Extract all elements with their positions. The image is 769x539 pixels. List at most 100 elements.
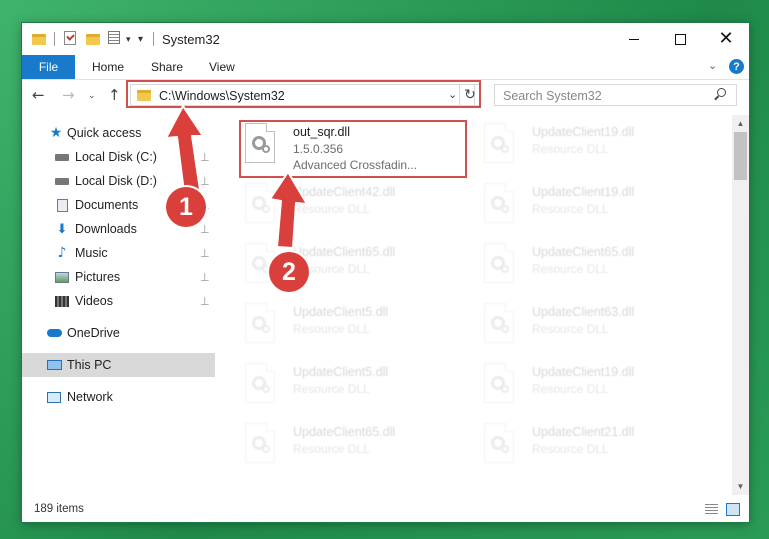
- tab-view[interactable]: View: [209, 60, 235, 74]
- customize-toolbar-icon[interactable]: ▾: [138, 31, 143, 47]
- dll-file-icon: [245, 423, 279, 465]
- item-count: 189 items: [34, 503, 84, 515]
- file-version: Resource DLL: [532, 322, 609, 336]
- file-version: Resource DLL: [293, 442, 370, 456]
- sidebar-item-network[interactable]: Network: [22, 385, 215, 409]
- navigation-pane: ★ Quick access Local Disk (C:) ⊥ Local D…: [22, 115, 215, 495]
- sidebar-item-label: Pictures: [75, 270, 121, 284]
- address-highlight-box: [126, 80, 481, 108]
- search-input[interactable]: [495, 85, 715, 107]
- minimize-button[interactable]: [611, 23, 657, 55]
- step-marker-1: 1: [166, 187, 206, 227]
- scroll-up-icon[interactable]: ▲: [732, 115, 749, 132]
- minimize-icon: [629, 38, 639, 40]
- pin-icon[interactable]: ⊥: [200, 223, 210, 236]
- file-name: UpdateClient65.dll: [293, 425, 396, 439]
- sidebar-item-pictures[interactable]: Pictures ⊥: [22, 265, 215, 289]
- search-box[interactable]: [494, 84, 737, 107]
- pin-icon[interactable]: ⊥: [200, 175, 210, 188]
- dll-file-icon: [484, 183, 518, 225]
- sidebar-item-this-pc[interactable]: This PC: [22, 353, 215, 377]
- file-name: UpdateClient5.dll: [293, 365, 389, 379]
- network-icon: [46, 390, 62, 404]
- properties-check-icon[interactable]: [64, 31, 76, 45]
- file-version: Resource DLL: [532, 142, 609, 156]
- tab-home[interactable]: Home: [92, 60, 124, 74]
- sidebar-item-label: Music: [75, 246, 108, 260]
- navigation-bar: ← → ⌄ ↑ C:\Windows\System32 ⌄ ↻: [22, 80, 749, 112]
- file-version: Resource DLL: [532, 202, 609, 216]
- close-icon: ✕: [718, 28, 734, 49]
- pin-icon[interactable]: ⊥: [200, 295, 210, 308]
- qa-dropdown-icon[interactable]: ▾: [126, 31, 131, 47]
- details-view-icon[interactable]: [705, 504, 718, 515]
- download-icon: ⬇: [56, 221, 68, 237]
- search-icon[interactable]: [717, 88, 726, 97]
- file-tile[interactable]: UpdateClient19.dll Resource DLL: [484, 363, 704, 419]
- pin-icon[interactable]: ⊥: [200, 271, 210, 284]
- file-tile[interactable]: UpdateClient19.dll Resource DLL: [484, 123, 704, 179]
- sidebar-item-label: OneDrive: [67, 326, 120, 340]
- close-button[interactable]: ✕: [703, 23, 749, 55]
- sidebar-item-onedrive[interactable]: OneDrive: [22, 321, 215, 345]
- recent-locations-button[interactable]: ⌄: [88, 91, 96, 101]
- pin-icon[interactable]: ⊥: [200, 151, 210, 164]
- file-version: Resource DLL: [532, 382, 609, 396]
- file-explorer-window: ▾ ▾ System32 ✕ File Home Share View ⌄ ? …: [22, 23, 749, 522]
- file-tile[interactable]: UpdateClient5.dll Resource DLL: [245, 363, 465, 419]
- pictures-icon: [54, 270, 70, 284]
- forward-button[interactable]: →: [62, 86, 75, 104]
- star-icon: ★: [49, 125, 63, 141]
- file-version: Resource DLL: [532, 442, 609, 456]
- videos-icon: [54, 294, 70, 308]
- pin-icon[interactable]: ⊥: [200, 247, 210, 260]
- file-tile[interactable]: UpdateClient19.dll Resource DLL: [484, 183, 704, 239]
- dll-file-icon: [484, 123, 518, 165]
- file-name: UpdateClient19.dll: [532, 125, 635, 139]
- file-tile[interactable]: UpdateClient65.dll Resource DLL: [484, 243, 704, 299]
- up-button[interactable]: ↑: [108, 86, 121, 104]
- file-tile[interactable]: UpdateClient21.dll Resource DLL: [484, 423, 704, 479]
- drive-icon: [54, 174, 70, 188]
- file-name: UpdateClient42.dll: [293, 185, 396, 199]
- sidebar-item-label: Quick access: [67, 126, 142, 140]
- title-separator: [153, 32, 154, 46]
- sidebar-item-label: Downloads: [75, 222, 137, 236]
- sidebar-item-label: Documents: [75, 198, 139, 212]
- sidebar-item-local-disk-c[interactable]: Local Disk (C:) ⊥: [22, 145, 215, 169]
- sidebar-item-label: Local Disk (C:): [75, 150, 157, 164]
- file-highlight-box: [239, 120, 467, 178]
- file-version: Resource DLL: [532, 262, 609, 276]
- quick-access-separator: [54, 32, 55, 46]
- sidebar-item-quick-access[interactable]: ★ Quick access: [22, 121, 215, 145]
- file-name: UpdateClient5.dll: [293, 305, 389, 319]
- sidebar-item-label: This PC: [67, 358, 112, 372]
- maximize-button[interactable]: [657, 23, 703, 55]
- ribbon-tabs: File Home Share View ⌄ ?: [22, 55, 749, 80]
- pc-icon: [46, 358, 62, 372]
- new-folder-icon[interactable]: [86, 31, 100, 47]
- dll-file-icon: [245, 183, 279, 225]
- dll-file-icon: [484, 243, 518, 285]
- file-tile[interactable]: UpdateClient42.dll Resource DLL: [245, 183, 465, 239]
- help-icon[interactable]: ?: [729, 59, 744, 74]
- dll-file-icon: [484, 423, 518, 465]
- scroll-down-icon[interactable]: ▼: [732, 478, 749, 495]
- back-button[interactable]: ←: [32, 86, 45, 104]
- sidebar-item-label: Network: [67, 390, 113, 404]
- scroll-thumb[interactable]: [734, 132, 747, 180]
- properties-icon[interactable]: [108, 31, 120, 44]
- file-tile[interactable]: UpdateClient65.dll Resource DLL: [245, 423, 465, 479]
- tab-share[interactable]: Share: [151, 60, 183, 74]
- dll-file-icon: [484, 363, 518, 405]
- expand-ribbon-icon[interactable]: ⌄: [708, 59, 717, 72]
- tab-file[interactable]: File: [22, 55, 75, 79]
- sidebar-item-label: Videos: [75, 294, 113, 308]
- sidebar-item-videos[interactable]: Videos ⊥: [22, 289, 215, 313]
- file-name: UpdateClient19.dll: [532, 185, 635, 199]
- file-tile[interactable]: UpdateClient5.dll Resource DLL: [245, 303, 465, 359]
- tiles-view-icon[interactable]: [726, 503, 740, 516]
- sidebar-item-music[interactable]: ♪ Music ⊥: [22, 241, 215, 265]
- vertical-scrollbar[interactable]: ▲ ▼: [732, 115, 749, 495]
- file-tile[interactable]: UpdateClient63.dll Resource DLL: [484, 303, 704, 359]
